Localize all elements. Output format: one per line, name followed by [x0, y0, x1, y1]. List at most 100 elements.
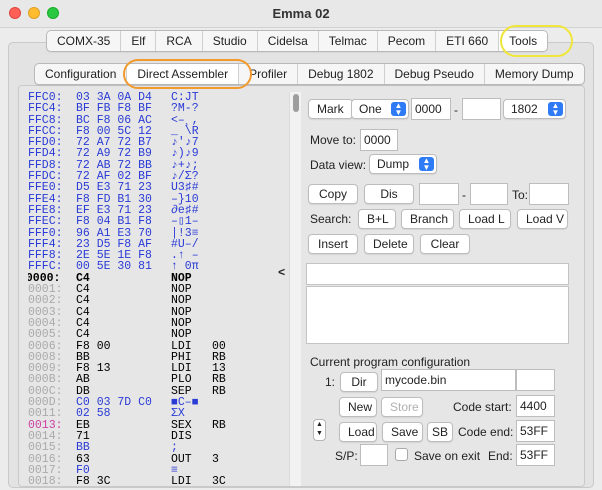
listing-row[interactable]: FFE4: F8 FD B1 30 –}10: [28, 193, 286, 205]
save-on-exit-label: Save on exit: [414, 449, 481, 463]
copy-button[interactable]: Copy: [308, 184, 358, 204]
listing-row[interactable]: 0017: F0 ≡: [28, 464, 286, 476]
data-view-label: Data view:: [310, 158, 367, 172]
row-address: 0011:: [28, 407, 63, 421]
tab-direct-assembler[interactable]: Direct Assembler: [126, 64, 239, 84]
listing-row[interactable]: 0013: EB SEX RB: [28, 419, 286, 431]
sb-button[interactable]: SB: [427, 422, 453, 442]
tab-eti-660[interactable]: ETI 660: [435, 31, 498, 51]
tab-pecom[interactable]: Pecom: [376, 31, 435, 51]
search-load-v-button[interactable]: Load V: [517, 209, 568, 229]
listing-row[interactable]: 0018: F8 3C LDI 3C: [28, 476, 286, 486]
listing-row[interactable]: 0015: BB;: [28, 441, 286, 455]
tab-debug-pseudo[interactable]: Debug Pseudo: [383, 64, 484, 84]
move-to-label: Move to:: [310, 133, 357, 147]
store-button[interactable]: Store: [381, 397, 423, 417]
scrollbar-thumb[interactable]: [293, 94, 299, 112]
search-load-l-button[interactable]: Load L: [459, 209, 511, 229]
listing-row[interactable]: 0003: C4 NOP: [28, 306, 286, 318]
assembler-input-line[interactable]: [306, 263, 569, 285]
tab-rca[interactable]: RCA: [155, 31, 201, 51]
listing-row[interactable]: FFCC: F8 00 5C 12 _ \R: [28, 125, 286, 137]
tab-profiler[interactable]: Profiler: [238, 64, 297, 84]
listing-row[interactable]: FFDC: 72 AF 02 BF ♪/Σ?: [28, 171, 286, 183]
tools-subtabs: Configuration Direct Assembler Profiler …: [34, 63, 585, 85]
tab-configuration[interactable]: Configuration: [35, 64, 126, 84]
listing-row[interactable]: 0005: C4 NOP: [28, 329, 286, 341]
data-view-select[interactable]: Dump ▲ ▼: [369, 154, 437, 174]
listing-row[interactable]: 0014: 71 DIS: [28, 431, 286, 443]
listing-row[interactable]: FFEC: F8 04 B1 F8 –▯1–: [28, 216, 286, 228]
mark-end-field[interactable]: [462, 98, 501, 120]
file-extra-field[interactable]: [516, 369, 555, 391]
row-mnemonic: ΣX: [171, 407, 185, 421]
delete-button[interactable]: Delete: [364, 234, 414, 254]
tab-elf[interactable]: Elf: [120, 31, 155, 51]
insert-button[interactable]: Insert: [308, 234, 358, 254]
save-on-exit-checkbox[interactable]: [395, 448, 408, 461]
copy-to-label: To:: [512, 188, 529, 202]
dis-button[interactable]: Dis: [364, 184, 414, 204]
listing-row[interactable]: 0004: C4 NOP: [28, 318, 286, 330]
code-start-field[interactable]: 4400: [516, 395, 555, 417]
listing-row[interactable]: FFC8: BC F8 06 AC <–¸,: [28, 114, 286, 126]
tab-telmac[interactable]: Telmac: [317, 31, 377, 51]
filename-field[interactable]: mycode.bin: [381, 369, 516, 391]
listing-row[interactable]: FFF0: 96 A1 E3 70 |!3≡: [28, 227, 286, 239]
move-to-field[interactable]: 0000: [360, 129, 398, 151]
cpu-select[interactable]: 1802 ▲ ▼: [503, 99, 566, 119]
listing-row[interactable]: FFE8: EF E3 71 23 ∂e♯#: [28, 205, 286, 217]
mark-mode-select[interactable]: One ▲ ▼: [351, 99, 409, 119]
assembler-output-area[interactable]: [306, 286, 569, 344]
listing-row[interactable]: 0006: F8 00 LDI 00: [28, 340, 286, 352]
chevron-updown-icon: ▲ ▼: [548, 102, 563, 117]
row-address: 0018:: [28, 475, 63, 486]
clear-button[interactable]: Clear: [420, 234, 470, 254]
new-button[interactable]: New: [339, 397, 377, 417]
listing-row[interactable]: FFC4: BF FB F8 BF ?M-?: [28, 103, 286, 115]
listing-row[interactable]: 0008: BB PHI RB: [28, 351, 286, 363]
assembler-listing[interactable]: FFC0: 03 3A 0A D4 C:JT FFC4: BF FB F8 BF ?M-?…: [28, 92, 286, 486]
listing-row[interactable]: FFFC: 00 5E 30 81 ↑ 0π: [28, 261, 286, 273]
search-branch-button[interactable]: Branch: [401, 209, 454, 229]
row-bytes: F8 3C: [76, 475, 111, 486]
listing-row[interactable]: 0009: F8 13 LDI 13: [28, 363, 286, 375]
listing-row[interactable]: 000C: DB SEP RB: [28, 385, 286, 397]
tab-studio[interactable]: Studio: [201, 31, 257, 51]
end-field[interactable]: 53FF: [516, 444, 555, 466]
tab-debug-1802[interactable]: Debug 1802: [297, 64, 383, 84]
tab-memory-dump[interactable]: Memory Dump: [483, 64, 584, 84]
listing-row[interactable]: FFD4: 72 A9 72 B9 ♪)♪9: [28, 148, 286, 160]
listing-row[interactable]: FFF4: 23 D5 F8 AF #U–/: [28, 238, 286, 250]
listing-row[interactable]: FFD8: 72 AB 72 BB ♪+♪;: [28, 159, 286, 171]
listing-row[interactable]: FFE0: D5 E3 71 23 U3♯#: [28, 182, 286, 194]
code-start-label: Code start:: [453, 400, 512, 414]
tab-comx-35[interactable]: COMX-35: [47, 31, 120, 51]
listing-row[interactable]: FFF8: 2E 5E 1E F8 .↑ –: [28, 250, 286, 262]
copy-start-field[interactable]: [419, 183, 459, 205]
tab-tools[interactable]: Tools: [498, 31, 548, 51]
listing-row[interactable]: 0001: C4 NOP: [28, 284, 286, 296]
listing-scrollbar[interactable]: [289, 92, 301, 486]
listing-row[interactable]: FFD0: 72 A7 72 B7 ♪'♪7: [28, 137, 286, 149]
sp-field[interactable]: [360, 444, 388, 466]
listing-row[interactable]: 0002: C4 NOP: [28, 295, 286, 307]
code-end-field[interactable]: 53FF: [516, 420, 555, 442]
tab-cidelsa[interactable]: Cidelsa: [256, 31, 318, 51]
listing-row[interactable]: 0011: 02 58 ΣX: [28, 407, 286, 421]
slot-stepper[interactable]: ▲ ▼: [313, 419, 326, 441]
mark-start-field[interactable]: 0000: [411, 98, 451, 120]
dir-button[interactable]: Dir: [340, 372, 378, 392]
mark-button[interactable]: Mark: [308, 99, 353, 119]
copy-dest-field[interactable]: [529, 183, 569, 205]
save-button[interactable]: Save: [382, 422, 423, 442]
copy-end-field[interactable]: [470, 183, 508, 205]
load-button[interactable]: Load: [339, 422, 377, 442]
listing-row[interactable]: 0016: 63 OUT 3: [28, 453, 286, 465]
listing-row[interactable]: 000B: AB PLO RB: [28, 374, 286, 386]
listing-row[interactable]: 000D: C0 03 7D C0 ■C–■: [28, 397, 286, 409]
row-address: 0015:: [28, 441, 63, 455]
listing-row[interactable]: >0000:C4NOP: [28, 272, 286, 284]
search-bl-button[interactable]: B+L: [358, 209, 396, 229]
listing-row[interactable]: FFC0: 03 3A 0A D4 C:JT: [28, 92, 286, 103]
